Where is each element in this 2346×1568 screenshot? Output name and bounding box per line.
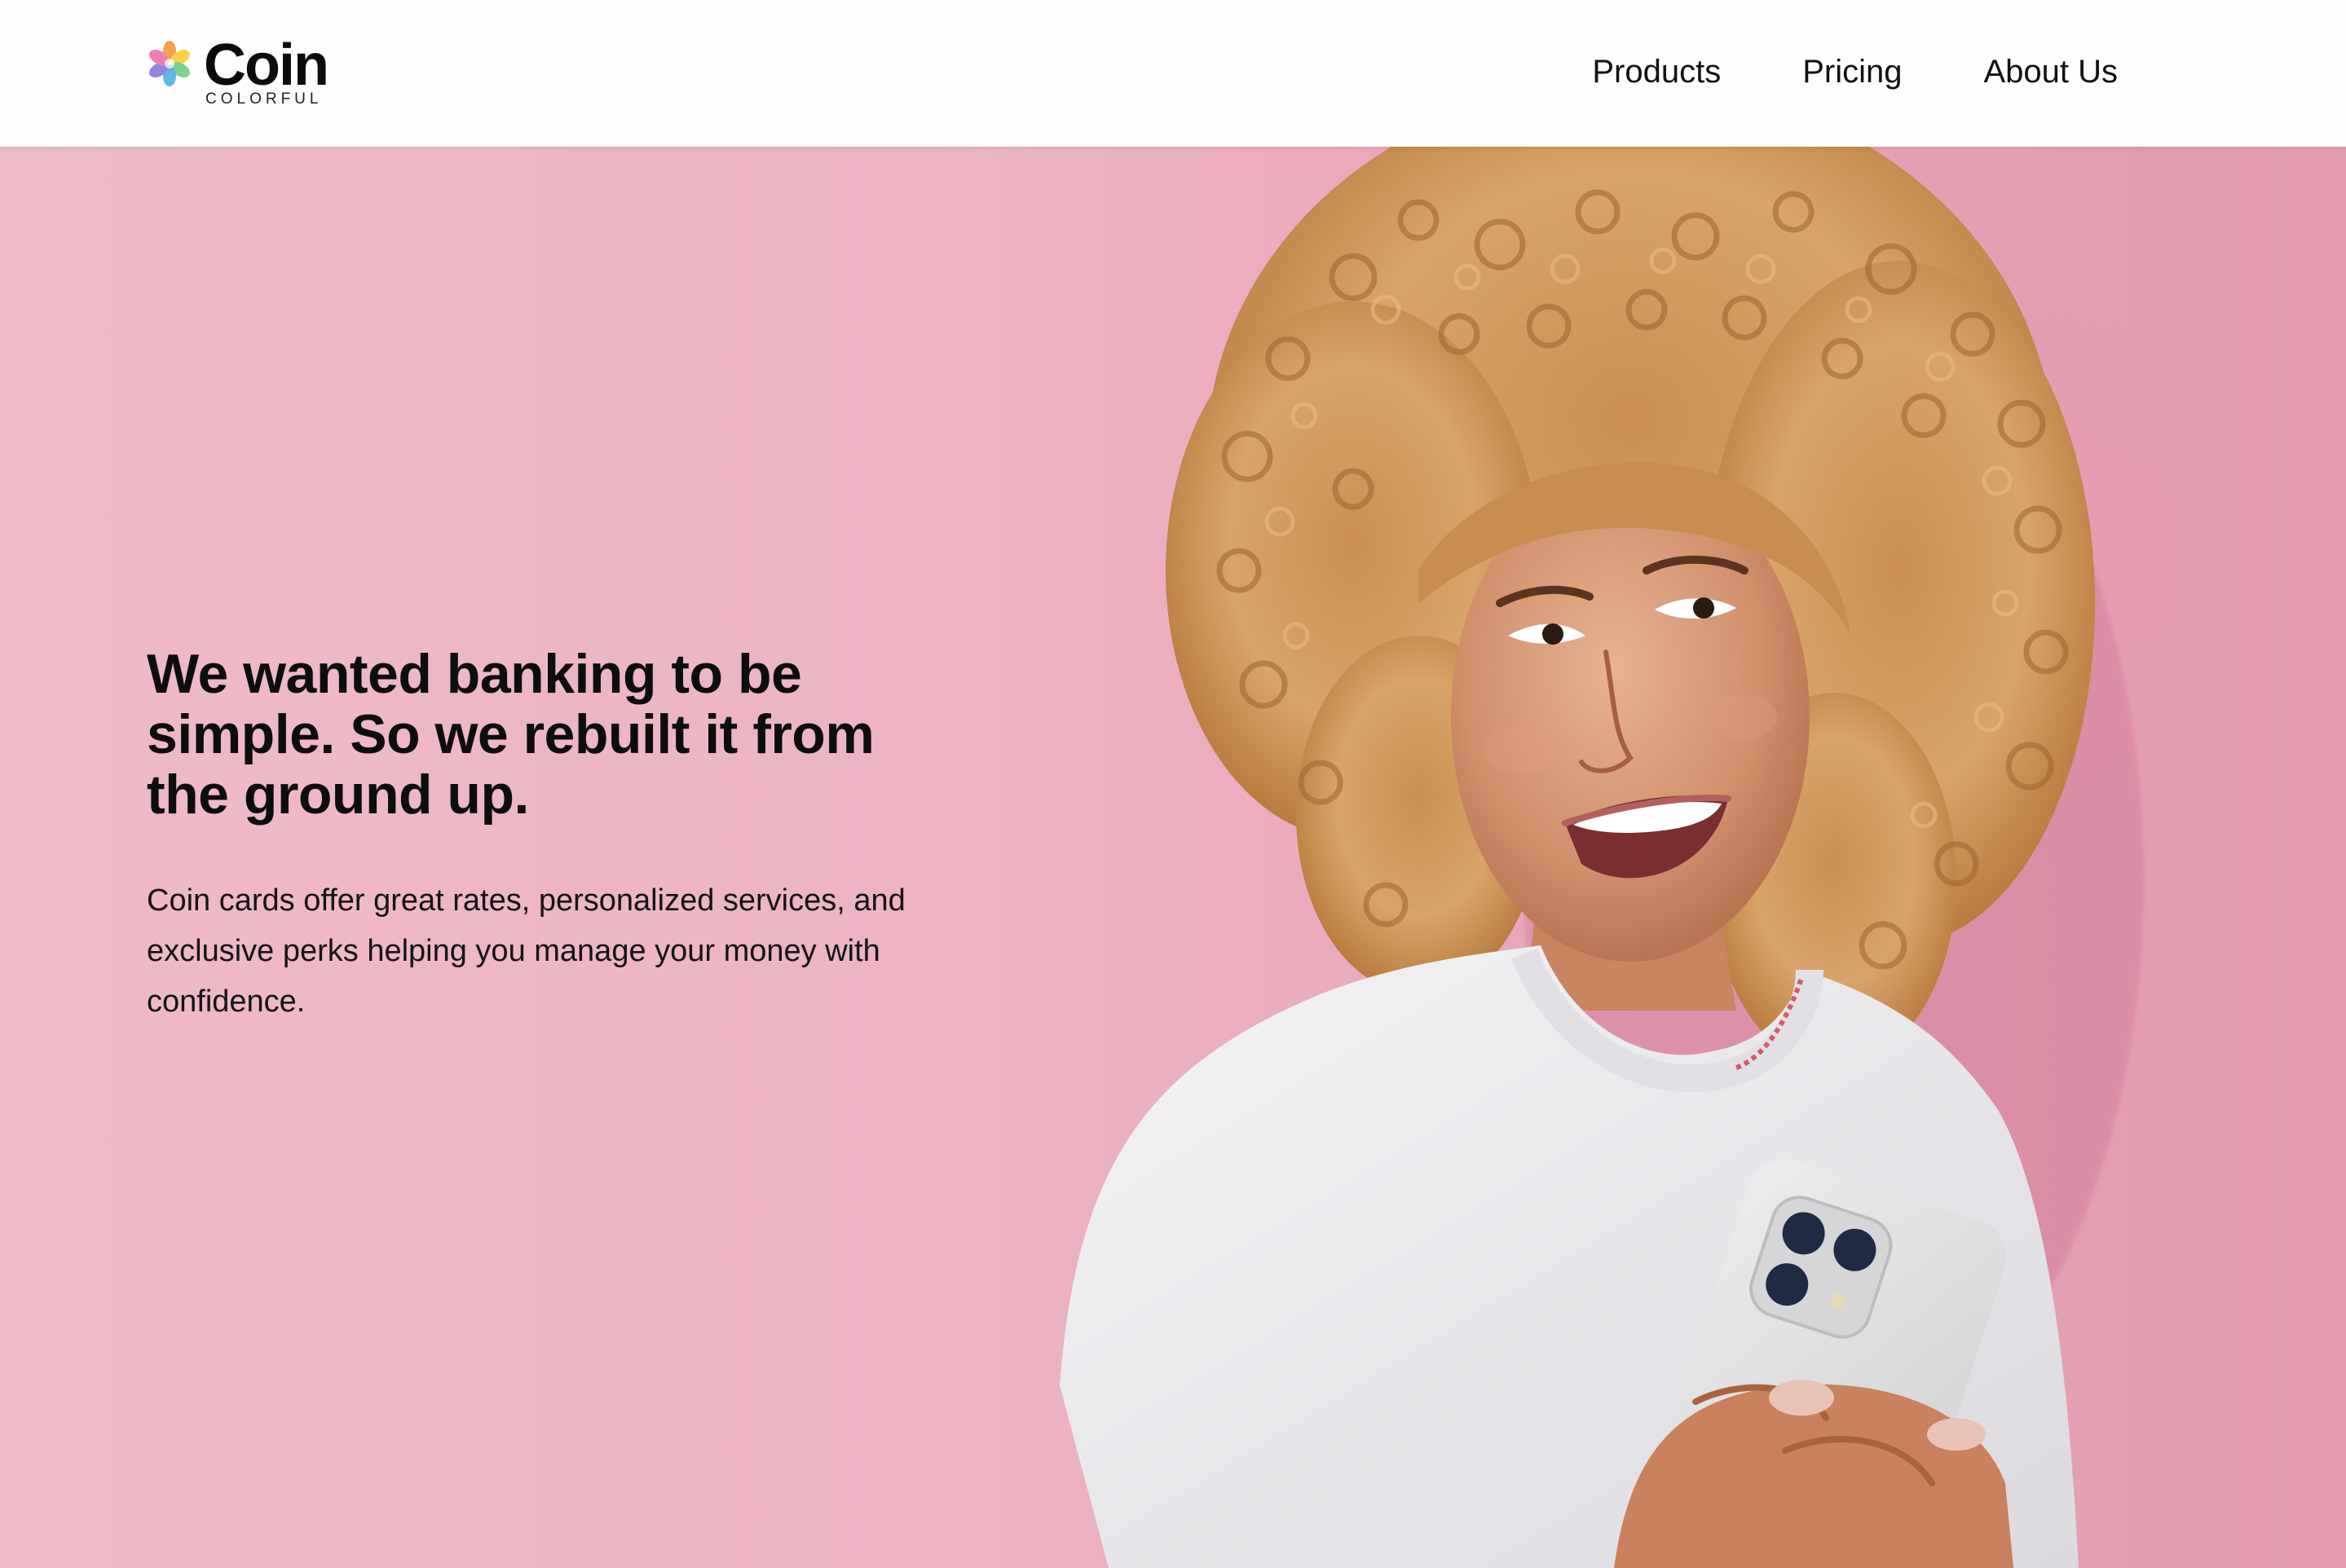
main-nav: Products Pricing About Us <box>1592 49 2118 95</box>
brand-tagline: COLORFUL <box>205 90 323 108</box>
hero-photo <box>1060 147 2144 1568</box>
nav-pricing-link[interactable]: Pricing <box>1802 49 1902 95</box>
hero-copy: We wanted banking to be simple. So we re… <box>147 644 929 1027</box>
hero-heading: We wanted banking to be simple. So we re… <box>147 643 875 826</box>
hero-section: We wanted banking to be simple. So we re… <box>0 147 2346 1568</box>
nav-about-us-link[interactable]: About Us <box>1983 49 2118 95</box>
nav-products-link[interactable]: Products <box>1592 49 1721 95</box>
brand-logo[interactable]: Coin COLORFUL <box>147 31 342 112</box>
site-header: Coin COLORFUL Products Pricing About Us <box>0 0 2346 147</box>
hero-description: Coin cards offer great rates, personaliz… <box>147 883 906 1019</box>
flower-icon <box>149 41 190 86</box>
